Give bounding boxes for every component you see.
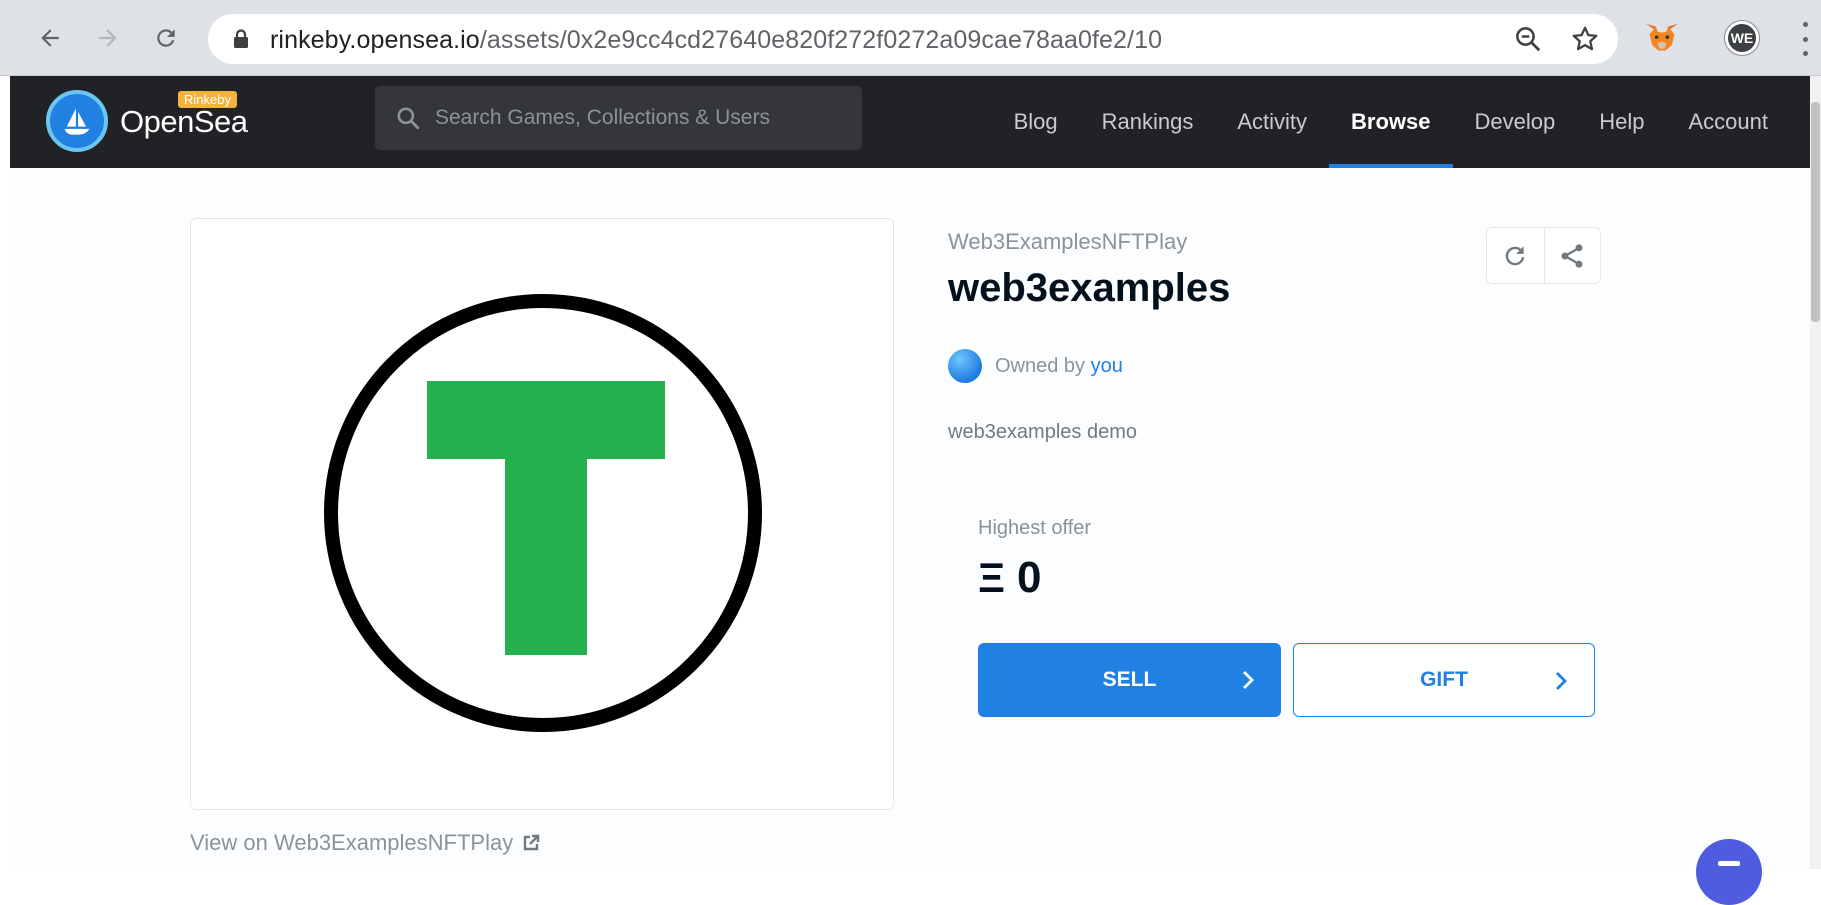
search-box[interactable] — [375, 86, 862, 150]
chevron-right-icon — [1556, 672, 1567, 690]
owned-by-label: Owned by — [995, 354, 1086, 377]
brand-name[interactable]: OpenSea — [120, 104, 248, 140]
offer-amount: 0 — [1017, 553, 1042, 602]
t-logo-image — [324, 294, 762, 732]
sell-button[interactable]: SELL — [978, 643, 1281, 717]
asset-description: web3examples demo — [948, 421, 1137, 443]
eth-icon: Ξ — [978, 554, 1006, 601]
nav-develop[interactable]: Develop — [1453, 76, 1578, 168]
asset-title: web3examples — [948, 266, 1231, 310]
chevron-right-icon — [1243, 671, 1254, 689]
nav-browse[interactable]: Browse — [1329, 76, 1454, 168]
arrow-left-icon — [41, 29, 59, 47]
url-domain: rinkeby.opensea.io — [270, 26, 480, 54]
network-badge: Rinkeby — [178, 91, 237, 108]
view-on-collection-link[interactable]: View on Web3ExamplesNFTPlay — [190, 830, 541, 856]
nav-activity[interactable]: Activity — [1215, 76, 1329, 168]
owner-row: Owned by you — [948, 349, 1123, 383]
main-nav: Blog Rankings Activity Browse Develop He… — [992, 76, 1790, 168]
search-icon — [397, 107, 420, 130]
nav-account[interactable]: Account — [1667, 76, 1791, 168]
site-header: OpenSea Rinkeby Blog Rankings Activity B… — [10, 76, 1810, 168]
scrollbar-thumb[interactable] — [1811, 102, 1820, 322]
chat-icon — [1718, 861, 1740, 866]
asset-actions — [1486, 227, 1601, 284]
nav-rankings[interactable]: Rankings — [1080, 76, 1216, 168]
share-button[interactable] — [1543, 228, 1601, 283]
page-scrollbar[interactable] — [1810, 76, 1821, 869]
we-extension-button[interactable]: WE — [1720, 16, 1764, 60]
back-button[interactable] — [30, 18, 70, 58]
highest-offer-value: Ξ 0 — [978, 553, 1042, 603]
refresh-icon — [1506, 245, 1525, 265]
url-path: /assets/0x2e9cc4cd27640e820f272f0272a09c… — [479, 26, 1163, 54]
gift-button[interactable]: GIFT — [1293, 643, 1595, 717]
we-extension-icon: WE — [1725, 21, 1759, 55]
boat-icon — [64, 108, 90, 135]
sell-button-label: SELL — [1102, 668, 1157, 691]
collection-link[interactable]: Web3ExamplesNFTPlay — [948, 229, 1187, 255]
bookmark-star-icon[interactable] — [1570, 24, 1600, 54]
owner-link[interactable]: you — [1091, 355, 1123, 377]
browser-menu-icon[interactable] — [1797, 22, 1813, 56]
highest-offer-label: Highest offer — [978, 517, 1092, 539]
metamask-fox-icon — [1646, 23, 1678, 51]
arrow-right-icon — [99, 29, 117, 47]
external-link-icon — [524, 834, 540, 851]
forward-button[interactable] — [88, 18, 128, 58]
gift-button-label: GIFT — [1420, 668, 1468, 691]
reload-button[interactable] — [146, 18, 186, 58]
search-input[interactable] — [435, 86, 845, 150]
url-text: rinkeby.opensea.io/assets/0x2e9cc4cd2764… — [270, 26, 1162, 55]
browser-toolbar: rinkeby.opensea.io/assets/0x2e9cc4cd2764… — [0, 0, 1821, 76]
asset-image[interactable] — [190, 218, 894, 810]
chat-button[interactable] — [1696, 839, 1762, 905]
zoom-out-icon[interactable] — [1513, 24, 1543, 54]
view-link-label: View on Web3ExamplesNFTPlay — [190, 830, 514, 855]
share-icon — [1561, 243, 1583, 268]
lock-icon — [234, 29, 248, 48]
nav-help[interactable]: Help — [1577, 76, 1666, 168]
owner-avatar[interactable] — [948, 349, 982, 383]
refresh-metadata-button[interactable] — [1487, 228, 1544, 283]
metamask-extension-button[interactable] — [1640, 16, 1684, 60]
reload-icon — [157, 29, 175, 47]
nav-blog[interactable]: Blog — [992, 76, 1080, 168]
opensea-logo[interactable] — [46, 90, 108, 152]
address-bar[interactable]: rinkeby.opensea.io/assets/0x2e9cc4cd2764… — [208, 14, 1618, 64]
